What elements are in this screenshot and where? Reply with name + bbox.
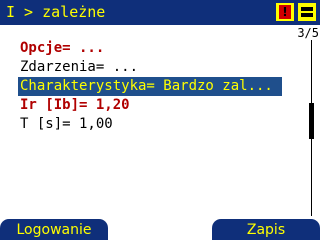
save-button[interactable]: Zapis <box>212 219 320 240</box>
page-counter: 3/5 <box>297 26 319 40</box>
menu-item-opcje[interactable]: Opcje= ... <box>20 39 104 58</box>
alarm-mark: ! <box>282 5 288 19</box>
menu-item-charakterystyka[interactable]: Charakterystyka= Bardzo zal... <box>18 77 282 96</box>
menu-item-zdarzenia[interactable]: Zdarzenia= ... <box>20 58 138 77</box>
alarm-icon[interactable]: ! <box>276 3 294 21</box>
menu-item-t[interactable]: T [s]= 1,00 <box>20 115 113 134</box>
bus-icon-bar-bottom <box>301 13 313 17</box>
bus-icon-bar-top <box>301 7 313 11</box>
bus-icon[interactable] <box>298 3 316 21</box>
title-bar: I > zależne ! <box>0 0 320 25</box>
login-button[interactable]: Logowanie <box>0 219 108 240</box>
device-screen: I > zależne ! 3/5 Opcje= ... Zdarzenia= … <box>0 0 320 240</box>
scrollbar-thumb[interactable] <box>309 103 314 139</box>
page-title: I > zależne <box>6 3 106 21</box>
menu-item-ir[interactable]: Ir [Ib]= 1,20 <box>20 96 130 115</box>
